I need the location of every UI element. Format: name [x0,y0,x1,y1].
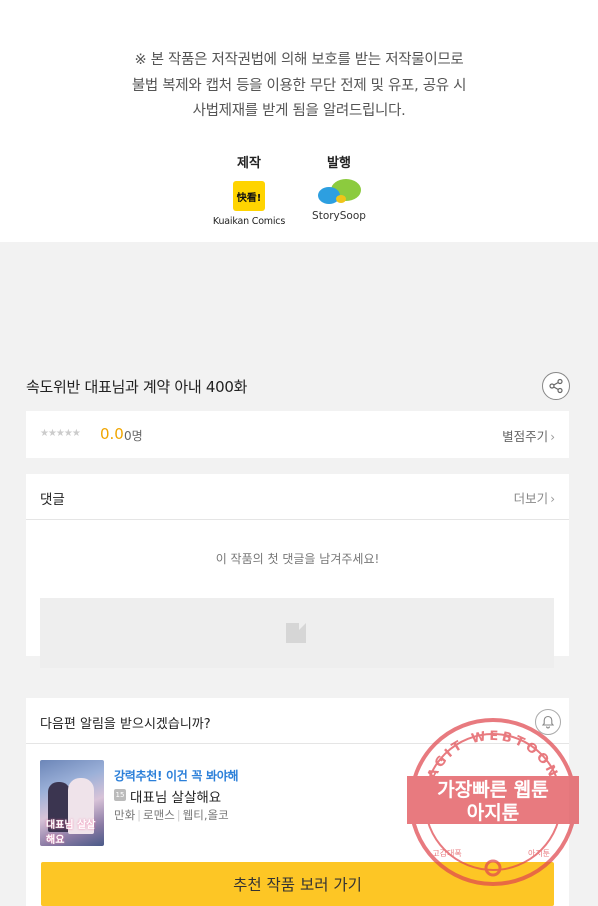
rating-votes: 0명 [124,429,143,443]
genre-tag: 웹티,올코 [182,808,229,822]
comments-card: 댓글 더보기 › 이 작품의 첫 댓글을 남겨주세요! [26,474,569,668]
chevron-right-icon: › [550,492,555,506]
episode-title: 속도위반 대표님과 계약 아내 400화 [26,378,248,396]
share-button[interactable] [542,372,570,400]
thumbnail-title: 대표님 살살해요 [46,820,96,846]
watermark-stamp: AGIT WEBTOON 가장빠른 웹툰 아지툰 고감대폭 아지툰 [407,718,579,886]
first-comment-prompt: 이 작품의 첫 댓글을 남겨주세요! [215,552,380,566]
recommended-work-thumbnail[interactable]: 대표님 살살해요 [40,760,104,846]
production-label: 제작 [237,156,261,171]
recommend-label: 강력추천! 이건 꼭 봐야해 [114,769,239,783]
watermark-line-1: 가장빠른 웹툰 [437,779,549,801]
genre-tag: 만화 [114,808,136,822]
copyright-line-1: ※ 본 작품은 저작권법에 의해 보호를 받는 저작물이므로 [134,52,464,68]
rating-stars: ★★★★★ [40,428,81,439]
comment-placeholder-icon [286,623,306,643]
comments-more-button[interactable]: 더보기 › [514,488,555,507]
chevron-right-icon: › [550,430,555,444]
next-episode-question: 다음편 알림을 받으시겠습니까? [40,717,211,732]
recommended-work-genres: 만화 | 로맨스 | 웹티,올코 [114,808,229,822]
comment-input-box[interactable] [40,598,554,668]
production-credit: 제작 快看! Kuaikan Comics [199,152,299,227]
copyright-line-2: 불법 복제와 캡처 등을 이용한 무단 전제 및 유포, 공유 시 [131,77,467,94]
production-name: Kuaikan Comics [212,216,286,227]
watermark-bottom-left: 고감대폭 [432,848,461,858]
kuaikan-logo: 快看! [233,181,265,211]
watermark-bottom-right: 아지툰 [528,848,550,858]
comments-more-label: 더보기 [513,491,549,506]
publisher-label: 발행 [327,156,351,171]
comments-title: 댓글 [40,492,65,508]
age-rating-badge: 15 [114,789,126,801]
publisher-name: StorySoop [312,210,366,222]
storysoop-logo [316,179,362,209]
publisher-credit: 발행 StorySoop [289,152,389,222]
rate-button-label: 별점주기 [502,429,549,444]
watermark-line-2: 아지툰 [467,802,519,824]
share-icon [549,378,563,394]
episode-title-row: 속도위반 대표님과 계약 아내 400화 [26,370,570,402]
comments-header: 댓글 더보기 › [26,474,569,520]
kuaikan-logo-text: 快看! [236,192,262,204]
copyright-text: ※ 본 작품은 저작권법에 의해 보호를 받는 저작물이므로 불법 복제와 캡처… [0,48,598,125]
rate-button[interactable]: 별점주기 › [502,426,555,445]
copyright-line-3: 사법제재를 받게 됨을 알려드립니다. [192,103,406,119]
recommended-work-title[interactable]: 대표님 살살해요 [130,786,221,806]
rating-card: ★★★★★ 0.0 0명 별점주기 › [26,411,569,458]
copyright-notice: ※ 본 작품은 저작권법에 의해 보호를 받는 저작물이므로 불법 복제와 캡처… [0,0,598,242]
rating-score: 0.0 [100,425,124,443]
genre-tag: 로맨스 [143,808,175,822]
